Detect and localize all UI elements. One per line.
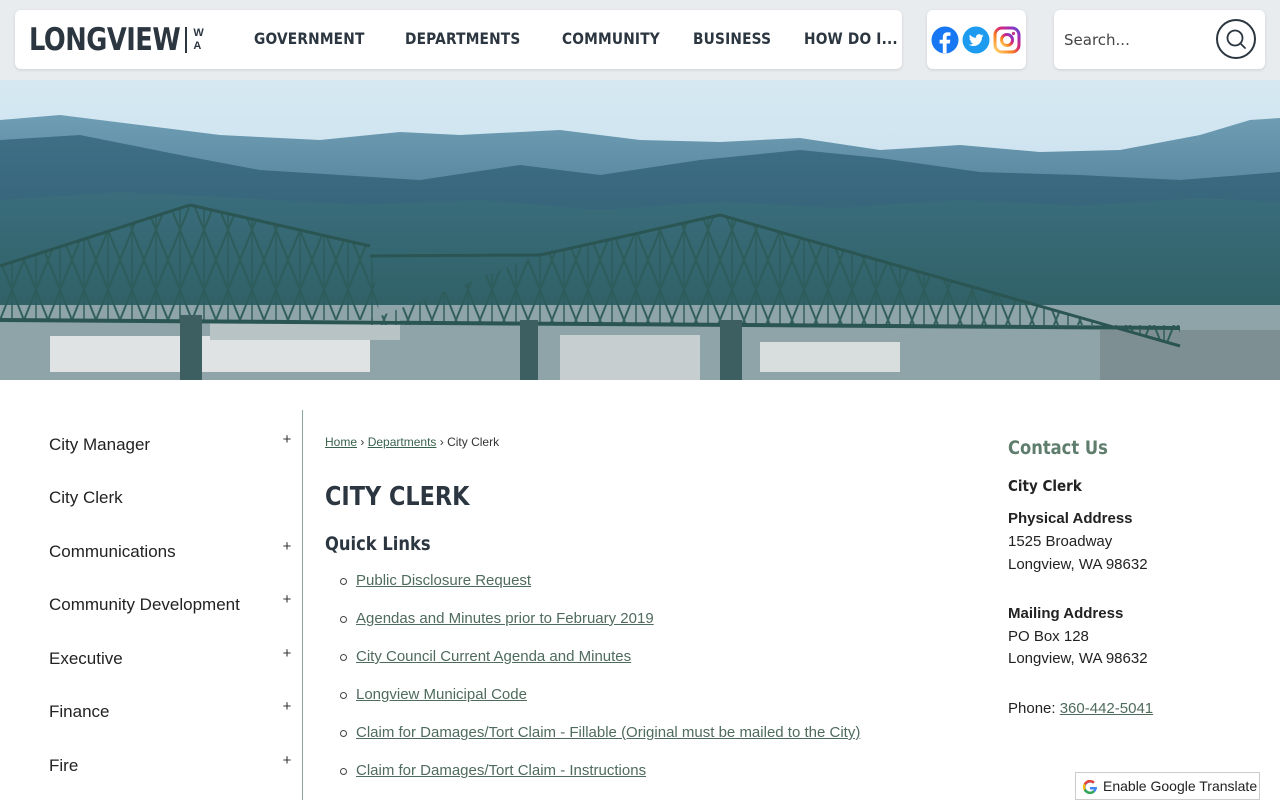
sidebar-item-label: City Clerk	[49, 488, 123, 507]
search-box	[1054, 10, 1265, 69]
phone-label: Phone:	[1008, 700, 1056, 717]
expand-icon[interactable]: +	[280, 431, 294, 448]
quick-link-public-disclosure[interactable]: Public Disclosure Request	[356, 572, 531, 589]
bullet-icon	[340, 768, 347, 775]
expand-icon[interactable]: +	[280, 698, 294, 715]
translate-label: Enable Google Translate	[1103, 778, 1258, 794]
quick-link-claim-fillable[interactable]: Claim for Damages/Tort Claim - Fillable …	[356, 724, 860, 741]
physical-address-line1: 1525 Broadway	[1008, 533, 1113, 550]
sidebar-item-city-manager[interactable]: City Manager +	[49, 427, 294, 467]
instagram-icon[interactable]	[993, 26, 1021, 54]
bridge-landscape-image	[0, 80, 1280, 380]
quick-link-council-agenda[interactable]: City Council Current Agenda and Minutes	[356, 648, 631, 665]
phone-row: Phone: 360-442-5041	[1008, 700, 1153, 717]
sidebar-item-fire[interactable]: Fire +	[49, 748, 294, 788]
quick-link-municipal-code[interactable]: Longview Municipal Code	[356, 686, 527, 703]
sidebar-item-executive[interactable]: Executive +	[49, 641, 294, 681]
site-header: LONGVIEW W A GOVERNMENT DEPARTMENTS COMM…	[0, 0, 1280, 80]
nav-business[interactable]: BUSINESS	[693, 29, 771, 48]
sidebar-item-label: Finance	[49, 702, 110, 721]
bullet-icon	[340, 616, 347, 623]
sidebar-item-label: Executive	[49, 649, 123, 668]
bullet-icon	[340, 578, 347, 585]
mailing-address-label: Mailing Address	[1008, 605, 1124, 622]
mailing-address-line1: PO Box 128	[1008, 628, 1089, 645]
twitter-icon[interactable]	[962, 26, 990, 54]
sidebar-item-finance[interactable]: Finance +	[49, 694, 294, 734]
sidebar-nav: City Manager + City Clerk Communications…	[30, 410, 303, 800]
sidebar-item-city-clerk[interactable]: City Clerk	[49, 480, 294, 520]
hero-banner-image	[0, 80, 1280, 380]
physical-address-label: Physical Address	[1008, 510, 1133, 527]
nav-how-do-i[interactable]: HOW DO I...	[804, 29, 898, 48]
breadcrumb-current: City Clerk	[447, 435, 500, 449]
nav-menu: GOVERNMENT DEPARTMENTS COMMUNITY BUSINES…	[15, 10, 902, 69]
breadcrumb-departments[interactable]: Departments	[368, 435, 437, 449]
breadcrumb-home[interactable]: Home	[325, 435, 357, 449]
search-input[interactable]	[1064, 24, 1209, 56]
sidebar-item-label: Fire	[49, 756, 79, 775]
phone-link[interactable]: 360-442-5041	[1060, 700, 1153, 717]
breadcrumb-separator: ›	[439, 435, 444, 449]
contact-department: City Clerk	[1008, 477, 1082, 495]
sidebar-item-label: City Manager	[49, 435, 151, 454]
sidebar-item-label: Community Development	[49, 595, 240, 614]
breadcrumb-separator: ›	[360, 435, 365, 449]
expand-icon[interactable]: +	[280, 538, 294, 555]
breadcrumb: Home › Departments › City Clerk	[325, 435, 499, 449]
nav-departments[interactable]: DEPARTMENTS	[405, 29, 520, 48]
mailing-address-line2: Longview, WA 98632	[1008, 650, 1148, 667]
search-button[interactable]	[1216, 19, 1256, 59]
bullet-icon	[340, 654, 347, 661]
bullet-icon	[340, 730, 347, 737]
bullet-icon	[340, 692, 347, 699]
physical-address-line2: Longview, WA 98632	[1008, 556, 1148, 573]
facebook-icon[interactable]	[931, 26, 959, 54]
page-title: CITY CLERK	[325, 482, 470, 512]
nav-community[interactable]: COMMUNITY	[562, 29, 660, 48]
google-translate-icon	[1082, 779, 1098, 795]
quick-link-agendas-archive[interactable]: Agendas and Minutes prior to February 20…	[356, 610, 654, 627]
nav-government[interactable]: GOVERNMENT	[254, 29, 364, 48]
expand-icon[interactable]: +	[280, 591, 294, 608]
sidebar-item-community-development[interactable]: Community Development +	[49, 587, 294, 627]
expand-icon[interactable]: +	[280, 752, 294, 769]
main-nav-bar: LONGVIEW W A GOVERNMENT DEPARTMENTS COMM…	[15, 10, 902, 69]
social-links	[927, 10, 1026, 69]
quick-links-heading: Quick Links	[325, 533, 431, 555]
expand-icon[interactable]: +	[280, 645, 294, 662]
quick-link-claim-instructions[interactable]: Claim for Damages/Tort Claim - Instructi…	[356, 762, 646, 779]
sidebar-item-label: Communications	[49, 542, 176, 561]
sidebar-item-communications[interactable]: Communications +	[49, 534, 294, 574]
google-translate-button[interactable]: Enable Google Translate	[1075, 772, 1260, 800]
search-icon	[1226, 29, 1246, 49]
contact-heading: Contact Us	[1008, 437, 1108, 459]
